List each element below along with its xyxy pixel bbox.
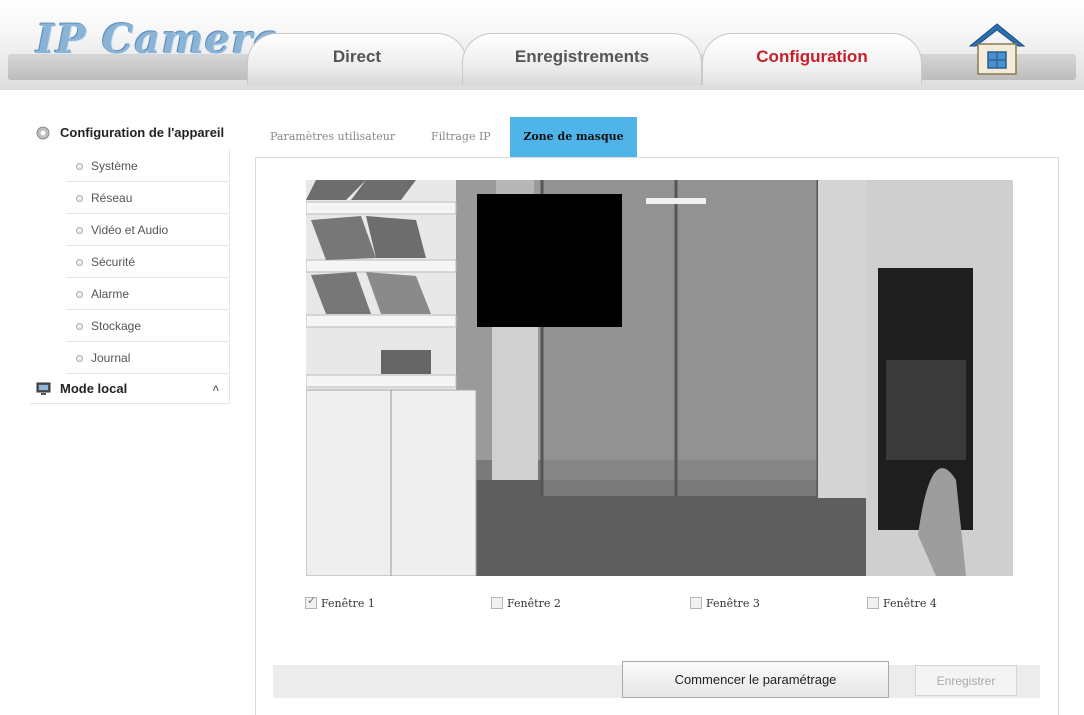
bullet-icon [76, 163, 83, 170]
checkbox-label: Fenêtre 4 [883, 597, 937, 610]
bullet-icon [76, 259, 83, 266]
sidebar-item-label: Sécurité [91, 255, 136, 269]
checkbox-icon[interactable] [867, 597, 879, 609]
checkbox-label: Fenêtre 1 [321, 597, 375, 610]
checkbox-window-1[interactable]: Fenêtre 1 [305, 594, 375, 613]
subtab-mask-zone[interactable]: Zone de masque [510, 117, 637, 157]
bullet-icon [76, 291, 83, 298]
checkbox-window-3[interactable]: Fenêtre 3 [690, 597, 760, 613]
sidebar-item-label: Réseau [91, 191, 133, 205]
logo: IP Camera [36, 16, 281, 63]
save-button[interactable]: Enregistrer [915, 665, 1017, 696]
bullet-icon [76, 195, 83, 202]
sidebar-item-reseau[interactable]: Réseau [66, 182, 230, 214]
sidebar-device-config-label: Configuration de l'appareil [60, 125, 225, 140]
sidebar-local-mode[interactable]: Mode local ˄ [30, 374, 230, 404]
checkbox-label: Fenêtre 3 [706, 597, 760, 610]
checkbox-label: Fenêtre 2 [507, 597, 561, 610]
camera-preview[interactable] [306, 180, 1013, 576]
sidebar-item-journal[interactable]: Journal [66, 342, 230, 374]
checkbox-window-2[interactable]: Fenêtre 2 [491, 597, 561, 613]
sidebar-item-alarme[interactable]: Alarme [66, 278, 230, 310]
bullet-icon [76, 355, 83, 362]
sidebar-item-securite[interactable]: Sécurité [66, 246, 230, 278]
chevron-up-icon[interactable]: ˄ [213, 374, 219, 404]
home-icon[interactable] [968, 22, 1026, 76]
top-header: IP Camera Direct Enregistrements Configu… [0, 0, 1084, 90]
tab-configuration[interactable]: Configuration [702, 33, 922, 85]
bullet-icon [76, 323, 83, 330]
tab-enregistrements[interactable]: Enregistrements [462, 33, 702, 85]
checkbox-icon[interactable] [491, 597, 503, 609]
sidebar-item-video-audio[interactable]: Vidéo et Audio [66, 214, 230, 246]
gear-icon [36, 126, 50, 140]
sidebar-item-systeme[interactable]: Système [66, 150, 230, 182]
sidebar-item-stockage[interactable]: Stockage [66, 310, 230, 342]
sidebar-item-label: Système [91, 159, 138, 173]
tab-direct[interactable]: Direct [247, 33, 467, 85]
subtab-ip-filter[interactable]: Filtrage IP [423, 117, 499, 157]
camera-scene-image [306, 180, 1013, 576]
checkbox-icon[interactable] [690, 597, 702, 609]
monitor-icon [36, 382, 51, 395]
checkbox-checked-icon[interactable] [305, 594, 317, 609]
bullet-icon [76, 227, 83, 234]
sidebar-local-mode-label: Mode local [60, 381, 128, 396]
sidebar: Configuration de l'appareil Système Rése… [30, 116, 230, 404]
sidebar-item-label: Vidéo et Audio [91, 223, 169, 237]
sidebar-item-label: Alarme [91, 287, 130, 301]
sidebar-item-label: Journal [91, 351, 131, 365]
privacy-mask-1 [477, 194, 622, 327]
subtab-user-params[interactable]: Paramètres utilisateur [262, 117, 403, 157]
sidebar-item-label: Stockage [91, 319, 142, 333]
checkbox-window-4[interactable]: Fenêtre 4 [867, 597, 937, 613]
sidebar-device-config[interactable]: Configuration de l'appareil [30, 116, 230, 150]
start-setup-button[interactable]: Commencer le paramétrage [622, 661, 889, 698]
